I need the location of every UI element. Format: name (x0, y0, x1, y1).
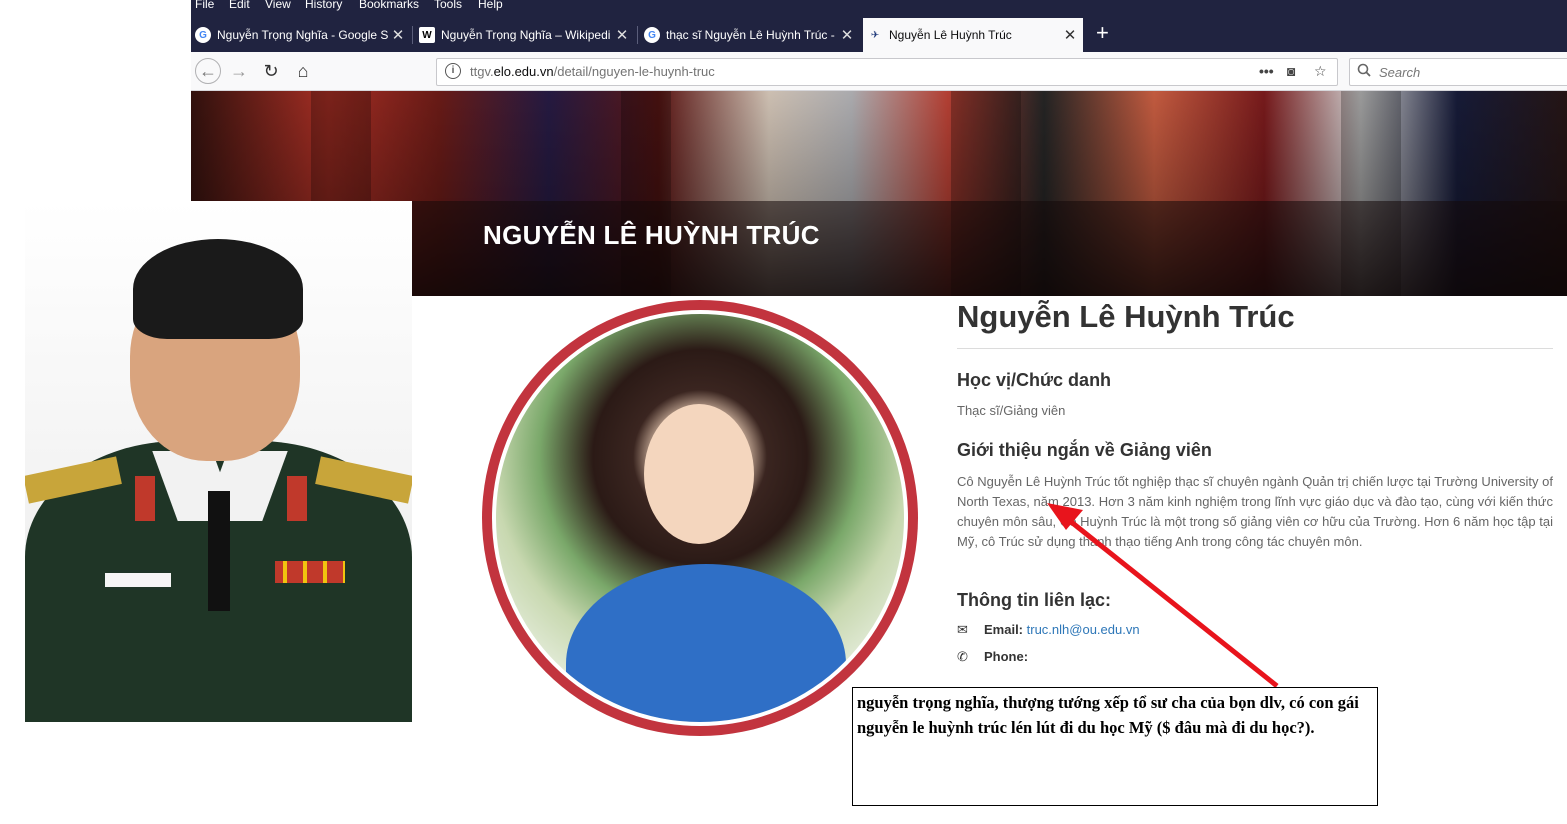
new-tab-icon[interactable]: + (1096, 20, 1109, 46)
url-prefix: ttgv. (470, 64, 494, 79)
banner-title: NGUYỄN LÊ HUỲNH TRÚC (483, 220, 820, 250)
google-icon: G (644, 27, 660, 43)
url-text: ttgv.elo.edu.vn/detail/nguyen-le-huynh-t… (470, 64, 715, 79)
pocket-icon[interactable]: ◙ (1287, 63, 1295, 79)
tab-title: Nguyễn Lê Huỳnh Trúc (889, 28, 1012, 42)
email-label: Email: (984, 622, 1024, 637)
site-icon: ✈ (870, 29, 880, 41)
profile-name: Nguyễn Lê Huỳnh Trúc (957, 299, 1295, 334)
phone-icon: ✆ (957, 649, 968, 664)
photo-dress (566, 564, 846, 722)
close-icon[interactable]: ✕ (838, 26, 856, 44)
home-icon[interactable]: ⌂ (291, 60, 315, 82)
name-plate (105, 573, 171, 587)
close-icon[interactable]: ✕ (1061, 26, 1079, 44)
phone-row: ✆ Phone: (957, 649, 1028, 665)
intro-heading: Giới thiệu ngắn về Giảng viên (957, 440, 1212, 460)
caption-box: nguyễn trọng nghĩa, thượng tướng xếp tổ … (852, 687, 1378, 806)
tie (208, 491, 230, 611)
envelope-icon: ✉ (957, 622, 968, 637)
menu-file[interactable]: File (195, 0, 214, 11)
tab-title: Nguyễn Trọng Nghĩa – Wikipedi (441, 28, 611, 42)
nav-toolbar: ← → ↻ ⌂ i ttgv.elo.edu.vn/detail/nguyen-… (191, 52, 1567, 91)
search-box[interactable]: Search (1349, 58, 1567, 86)
search-placeholder: Search (1379, 65, 1421, 80)
portrait-hair (133, 239, 303, 339)
profile-photo (492, 310, 908, 726)
info-icon[interactable]: i (445, 63, 461, 79)
bio-text: Cô Nguyễn Lê Huỳnh Trúc tốt nghiệp thạc … (957, 474, 1553, 549)
tab-separator (412, 26, 413, 44)
search-icon (1357, 63, 1371, 80)
general-portrait-photo (25, 201, 412, 722)
tab-wikipedia[interactable]: W Nguyễn Trọng Nghĩa – Wikipedi ✕ (415, 18, 635, 52)
contact-heading: Thông tin liên lạc: (957, 590, 1111, 610)
url-path: /detail/nguyen-le-huynh-truc (553, 64, 715, 79)
tab-separator (637, 26, 638, 44)
tab-title: Nguyễn Trọng Nghĩa - Google S (217, 28, 389, 42)
menu-tools[interactable]: Tools (434, 0, 462, 11)
tab-google-search-1[interactable]: G Nguyễn Trọng Nghĩa - Google S ✕ (191, 18, 411, 52)
tab-google-search-2[interactable]: G thạc sĩ Nguyễn Lê Huỳnh Trúc - ✕ (640, 18, 860, 52)
degree-value: Thạc sĩ/Giảng viên (957, 403, 1066, 418)
tab-strip: G Nguyễn Trọng Nghĩa - Google S ✕ W Nguy… (191, 18, 1567, 52)
back-icon[interactable]: ← (195, 58, 221, 84)
email-link[interactable]: truc.nlh@ou.edu.vn (1027, 622, 1140, 637)
profile-photo-frame (482, 300, 918, 736)
tab-title: thạc sĩ Nguyễn Lê Huỳnh Trúc - (666, 28, 835, 42)
medal-ribbon (275, 561, 345, 583)
forward-icon[interactable]: → (227, 60, 251, 82)
menu-history[interactable]: History (305, 0, 342, 11)
menu-edit[interactable]: Edit (229, 0, 250, 11)
phone-label: Phone: (984, 649, 1029, 664)
close-icon[interactable]: ✕ (613, 26, 631, 44)
menu-view[interactable]: View (265, 0, 291, 11)
email-row: ✉ Email: truc.nlh@ou.edu.vn (957, 622, 1140, 638)
google-icon: G (195, 27, 211, 43)
close-icon[interactable]: ✕ (389, 26, 407, 44)
photo-face (644, 404, 754, 544)
url-domain: elo.edu.vn (493, 64, 554, 79)
url-bar[interactable]: i ttgv.elo.edu.vn/detail/nguyen-le-huynh… (436, 58, 1338, 86)
menu-help[interactable]: Help (478, 0, 503, 11)
page-actions-icon[interactable]: ••• (1259, 63, 1274, 79)
wikipedia-icon: W (419, 27, 435, 43)
reload-icon[interactable]: ↻ (259, 60, 283, 82)
menu-bar: File Edit View History Bookmarks Tools H… (191, 0, 1567, 18)
menu-bookmarks[interactable]: Bookmarks (359, 0, 419, 11)
divider (957, 348, 1553, 349)
tab-active-profile[interactable]: ✈ Nguyễn Lê Huỳnh Trúc ✕ (863, 18, 1083, 52)
collar-tab-left (135, 476, 155, 521)
degree-heading: Học vị/Chức danh (957, 370, 1112, 390)
bookmark-star-icon[interactable]: ☆ (1314, 63, 1327, 80)
collar-tab-right (287, 476, 307, 521)
